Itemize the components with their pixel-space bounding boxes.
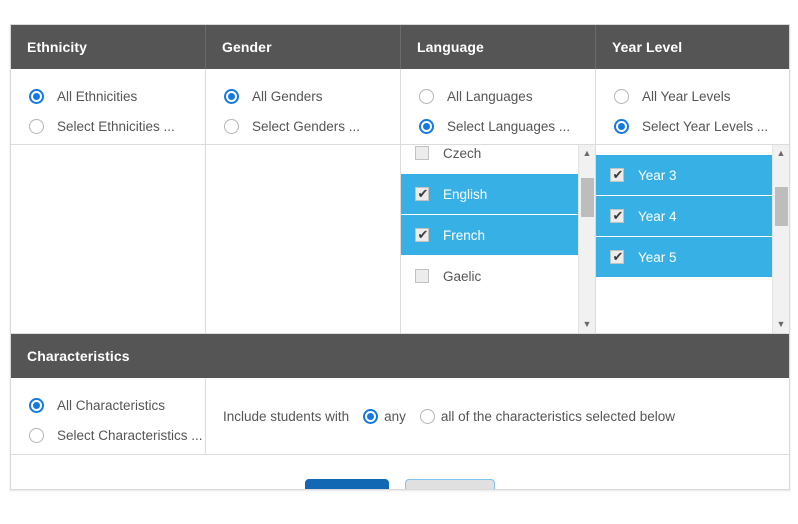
scrollbar-language[interactable]: ▲ ▼ [578,145,595,333]
radio-icon-select-ethnicities[interactable] [29,118,44,134]
list-item-label: Gaelic [443,268,482,284]
include-option-all[interactable]: all of the characteristics selected belo… [419,408,675,424]
list-item[interactable]: Year 4 [596,196,772,237]
radio-label: All Languages [447,88,533,104]
radio-label: Select Ethnicities ... [57,118,175,134]
radio-icon-select-year-levels[interactable] [614,118,629,134]
radio-label: All Characteristics [57,397,166,413]
apply-button[interactable]: Apply [305,479,389,489]
radio-group-year-level: All Year Levels Select Year Levels ... [596,69,789,145]
column-header-year-level: Year Level [612,39,683,55]
radio-icon-any[interactable] [363,408,379,424]
radio-option-select-characteristics[interactable]: Select Characteristics ... [11,420,205,450]
filter-panel: Ethnicity Gender Language Year Level All Et… [10,24,790,490]
scroll-up-arrow-icon[interactable]: ▲ [773,145,789,162]
radio-label: All Year Levels [642,88,731,104]
list-item[interactable]: Year 5 [596,237,772,278]
checkbox-czech[interactable] [415,146,429,160]
column-header-ethnicity: Ethnicity [11,25,206,69]
radio-option-all-year-levels[interactable]: All Year Levels [596,81,789,111]
filter-column-gender: All Genders Select Genders ... [206,69,401,333]
radio-option-all-ethnicities[interactable]: All Ethnicities [11,81,205,111]
radio-group-language: All Languages Select Languages ... [401,69,595,145]
radio-option-all-languages[interactable]: All Languages [401,81,595,111]
radio-label: Select Characteristics ... [57,427,203,443]
radio-label: Select Languages ... [447,118,571,134]
radio-icon-all-ethnicities[interactable] [29,88,44,104]
radio-option-select-genders[interactable]: Select Genders ... [206,111,400,141]
option-list-year-level: Year 2Year 3Year 4Year 5▲▼ [596,145,789,333]
characteristics-header-title: Characteristics [27,348,130,364]
checkbox-french[interactable] [415,226,430,244]
scroll-down-arrow-icon[interactable]: ▼ [579,316,595,333]
characteristics-header-row: Characteristics [11,334,789,378]
list-item[interactable]: Gaelic [401,256,578,297]
column-header-language: Language [401,25,596,69]
option-list-items: Year 2 Year 3 Year 4 Year 5 [596,145,772,278]
radio-option-select-ethnicities[interactable]: Select Ethnicities ... [11,111,205,141]
list-item-label: Czech [443,145,482,161]
radio-group-ethnicity: All Ethnicities Select Ethnicities ... [11,69,205,145]
radio-icon-all-languages[interactable] [419,88,434,104]
list-item-label: French [443,227,486,243]
list-item-label: Year 3 [638,167,677,183]
radio-option-select-year-levels[interactable]: Select Year Levels ... [596,111,789,141]
scroll-down-arrow-icon[interactable]: ▼ [773,316,789,333]
scrollbar-thumb[interactable] [775,187,788,226]
list-item[interactable]: Year 2 [596,145,772,155]
radio-label: Select Genders ... [252,118,361,134]
checkbox-year-3[interactable] [610,166,625,184]
include-students-group: Include students with any all of the cha… [206,378,789,454]
list-item-label: Year 4 [638,208,677,224]
scroll-up-arrow-icon[interactable]: ▲ [579,145,595,162]
include-students-label: Include students with [223,408,350,424]
list-item-label: English [443,186,488,202]
radio-icon-all-year-levels[interactable] [614,88,629,104]
cancel-button[interactable]: Cancel [404,479,495,489]
list-item[interactable]: Year 3 [596,155,772,196]
characteristics-radio-group: All Characteristics Select Characteristic… [11,378,206,454]
list-item[interactable]: Czech [401,145,578,174]
radio-label: All Ethnicities [57,88,138,104]
radio-icon-select-genders[interactable] [224,118,239,134]
radio-option-all-characteristics[interactable]: All Characteristics [11,390,205,420]
radio-icon-select-languages[interactable] [419,118,434,134]
radio-label: All Genders [252,88,323,104]
column-header-gender: Gender [206,25,401,69]
radio-option-all-genders[interactable]: All Genders [206,81,400,111]
list-item[interactable]: French [401,215,578,256]
filter-column-language: All Languages Select Languages ... Czech En… [401,69,596,333]
include-option-any[interactable]: any [363,408,406,424]
checkbox-english[interactable] [415,185,430,203]
include-option-any-label: any [384,408,406,424]
option-list-language: CzechEnglishFrenchGaelic▲▼ [401,145,595,333]
radio-group-gender: All Genders Select Genders ... [206,69,400,145]
characteristics-body: All Characteristics Select Characteristic… [11,378,789,454]
radio-icon-all-characteristics[interactable] [29,397,44,413]
radio-icon-all-genders[interactable] [224,88,239,104]
option-list-ethnicity [11,145,205,333]
checkbox-year-4[interactable] [610,207,625,225]
column-header-row: Ethnicity Gender Language Year Level [11,25,789,69]
filter-columns: All Ethnicities Select Ethnicities ... All… [11,69,789,334]
list-item[interactable]: English [401,174,578,215]
filter-column-year-level: All Year Levels Select Year Levels ... Yea… [596,69,789,333]
radio-icon-select-characteristics[interactable] [29,427,44,443]
list-item-label: Year 5 [638,249,677,265]
checkbox-gaelic[interactable] [415,269,429,283]
filter-column-ethnicity: All Ethnicities Select Ethnicities ... [11,69,206,333]
scrollbar-year-level[interactable]: ▲ ▼ [772,145,789,333]
option-list-items: Czech English French Gaelic [401,145,578,297]
scrollbar-thumb[interactable] [581,178,594,217]
radio-label: Select Year Levels ... [642,118,769,134]
option-list-gender [206,145,400,333]
include-option-all-label: all of the characteristics selected belo… [440,408,675,424]
panel-footer: Apply Cancel [11,454,789,489]
radio-option-select-languages[interactable]: Select Languages ... [401,111,595,141]
checkbox-year-5[interactable] [610,248,625,266]
radio-icon-all[interactable] [419,408,435,424]
